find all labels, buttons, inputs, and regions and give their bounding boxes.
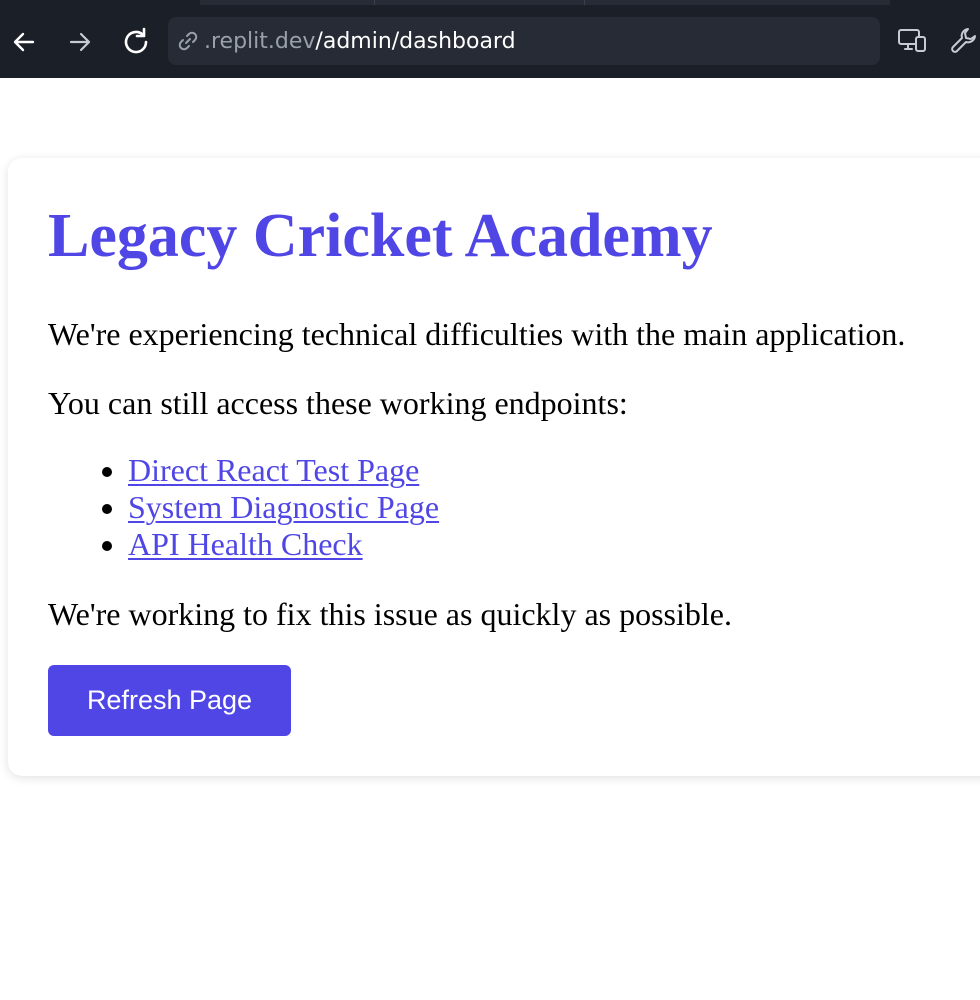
arrow-left-icon: [11, 29, 37, 55]
closing-message: We're working to fix this issue as quick…: [48, 596, 732, 632]
message-card: Legacy Cricket Academy We're experiencin…: [8, 158, 980, 776]
browser-toolbar: .replit.dev/admin/dashboard: [0, 0, 980, 78]
url-path: /admin/dashboard: [315, 28, 516, 54]
forward-button[interactable]: [60, 22, 100, 62]
link-icon: [176, 29, 200, 53]
system-diagnostic-link[interactable]: System Diagnostic Page: [128, 489, 439, 525]
back-button[interactable]: [4, 22, 44, 62]
list-item: API Health Check: [128, 526, 439, 563]
reload-button[interactable]: [116, 22, 156, 62]
tab-strip: [200, 0, 890, 5]
difficulty-message: We're experiencing technical difficultie…: [48, 316, 906, 352]
api-health-check-link[interactable]: API Health Check: [128, 526, 363, 562]
list-item: Direct React Test Page: [128, 452, 439, 489]
direct-react-test-link[interactable]: Direct React Test Page: [128, 452, 419, 488]
endpoints-intro: You can still access these working endpo…: [48, 385, 628, 421]
page-title: Legacy Cricket Academy: [48, 202, 713, 270]
arrow-right-icon: [67, 29, 93, 55]
wrench-icon: [949, 25, 979, 60]
refresh-page-button[interactable]: Refresh Page: [48, 665, 291, 736]
list-item: System Diagnostic Page: [128, 489, 439, 526]
reload-icon: [120, 26, 152, 58]
responsive-devices-icon: [896, 25, 928, 60]
devtools-button[interactable]: [946, 24, 980, 60]
device-toolbar-button[interactable]: [894, 24, 930, 60]
url-host: .replit.dev: [204, 28, 316, 54]
endpoint-list: Direct React Test Page System Diagnostic…: [48, 452, 439, 563]
address-bar[interactable]: .replit.dev/admin/dashboard: [168, 17, 880, 65]
